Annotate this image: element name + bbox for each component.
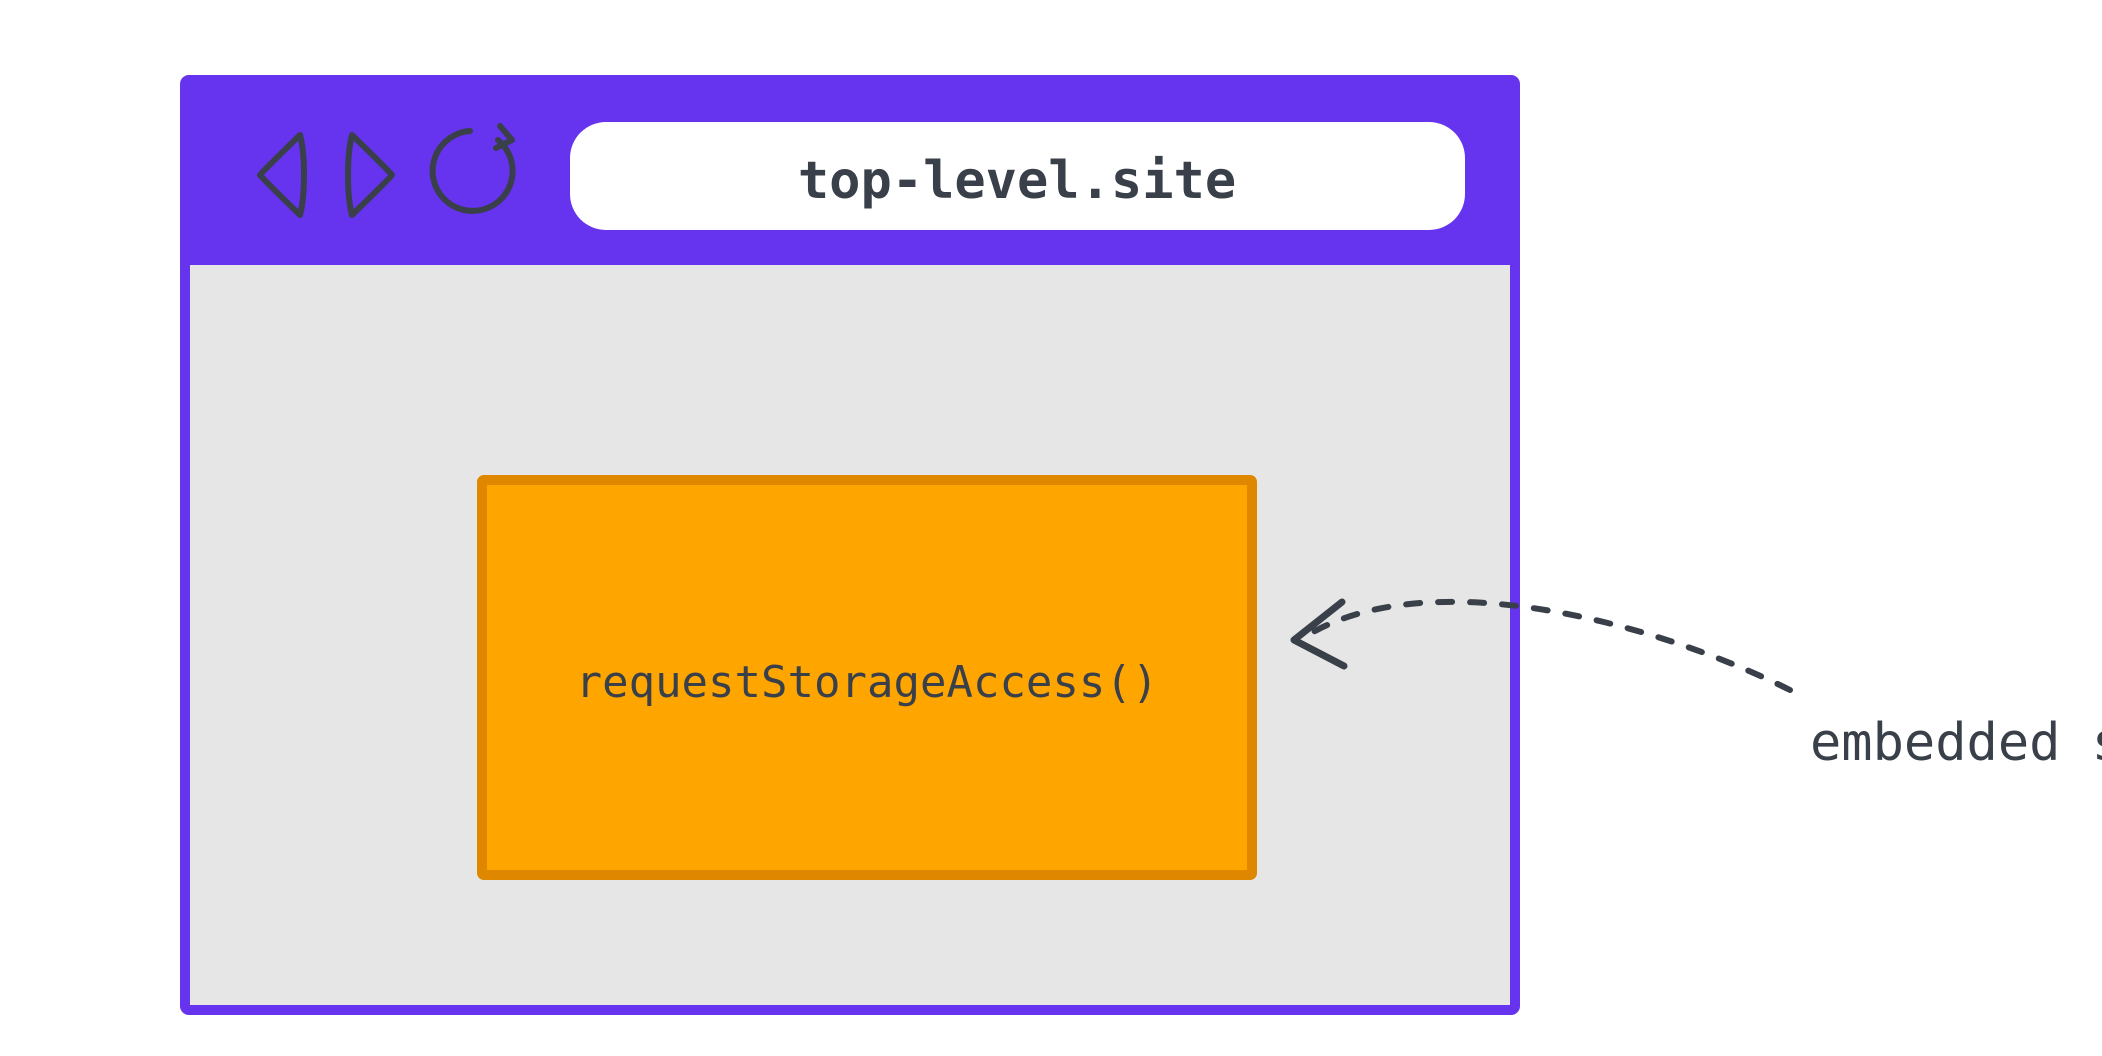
iframe-code: requestStorageAccess() xyxy=(576,657,1159,708)
annotation-label: embedded site xyxy=(1810,713,2102,773)
diagram-canvas: top-level.site requestStorageAccess() em… xyxy=(0,0,2102,1056)
address-bar-text: top-level.site xyxy=(798,151,1236,211)
